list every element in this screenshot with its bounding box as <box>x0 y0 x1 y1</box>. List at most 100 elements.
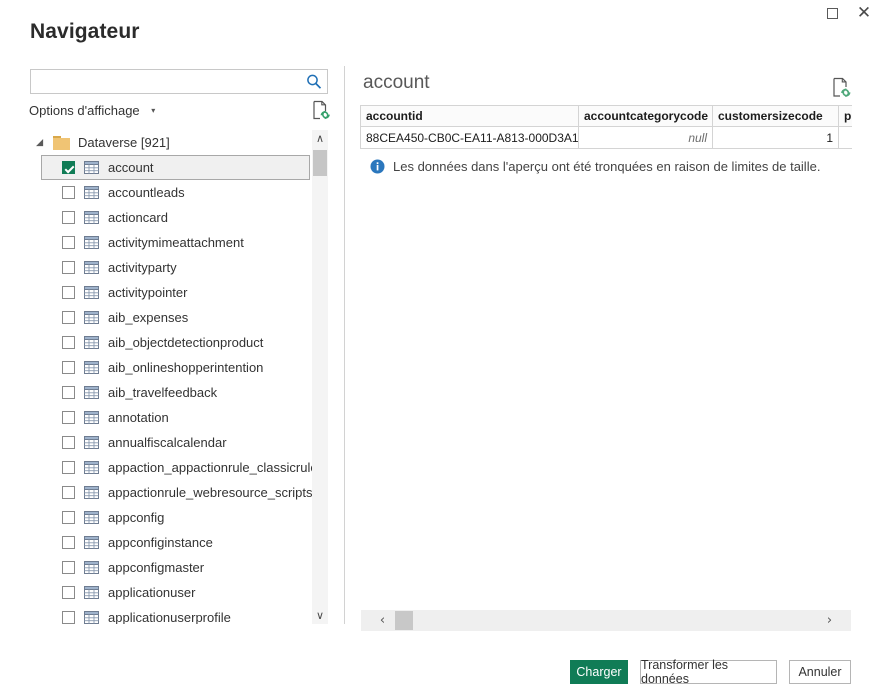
scroll-down-icon[interactable]: ∨ <box>312 607 328 624</box>
table-checkbox[interactable] <box>62 286 75 299</box>
grid-column-header[interactable]: accountcategorycode <box>579 106 713 127</box>
tree-item-label: activitymimeattachment <box>108 235 244 250</box>
tree-item-label: activitypointer <box>108 285 188 300</box>
tree-item[interactable]: accountleads <box>41 180 310 205</box>
close-button[interactable]: ✕ <box>848 0 880 26</box>
tree-item-label: activityparty <box>108 260 177 275</box>
square-icon <box>826 7 838 19</box>
scroll-left-icon[interactable]: ‹ <box>372 610 393 631</box>
table-row[interactable]: 88CEA450-CB0C-EA11-A813-000D3A1B1223null… <box>361 127 852 148</box>
table-icon <box>84 511 99 524</box>
display-options-dropdown[interactable]: Options d'affichage ▾ <box>29 103 155 118</box>
scroll-up-icon[interactable]: ∧ <box>312 130 328 147</box>
preview-horizontal-scrollbar[interactable]: ‹ › <box>361 610 851 631</box>
table-checkbox[interactable] <box>62 311 75 324</box>
tree-item[interactable]: applicationuser <box>41 580 310 605</box>
pane-divider <box>344 66 345 624</box>
search-input[interactable] <box>31 70 303 93</box>
table-icon <box>84 486 99 499</box>
preview-scrollbar-thumb[interactable] <box>395 611 413 630</box>
tree-item[interactable]: aib_expenses <box>41 305 310 330</box>
refresh-document-icon[interactable] <box>312 100 330 120</box>
table-checkbox[interactable] <box>62 536 75 549</box>
grid-column-header[interactable]: customersizecode <box>713 106 839 127</box>
maximize-button[interactable] <box>816 0 848 26</box>
table-checkbox[interactable] <box>62 436 75 449</box>
tree-item-label: appconfig <box>108 510 165 525</box>
table-checkbox[interactable] <box>62 411 75 424</box>
tree-item[interactable]: annotation <box>41 405 310 430</box>
tree-scrollbar-thumb[interactable] <box>313 150 327 176</box>
table-checkbox[interactable] <box>62 161 75 174</box>
table-icon <box>84 236 99 249</box>
grid-cell[interactable]: 1 <box>713 127 839 148</box>
table-icon <box>84 586 99 599</box>
tree-item[interactable]: annualfiscalcalendar <box>41 430 310 455</box>
transform-data-button[interactable]: Transformer les données <box>640 658 777 686</box>
tree-item[interactable]: activityparty <box>41 255 310 280</box>
tree-item[interactable]: appaction_appactionrule_classicrules <box>41 455 312 480</box>
tree-item-label: aib_travelfeedback <box>108 385 218 400</box>
tree-item[interactable]: applicationuserprofile <box>41 605 310 624</box>
tree-item[interactable]: appactionrule_webresource_scripts <box>41 480 312 505</box>
chevron-expanded-icon[interactable] <box>38 138 48 148</box>
truncation-note-text: Les données dans l'aperçu ont été tronqu… <box>393 159 821 174</box>
refresh-preview-icon[interactable] <box>832 77 851 98</box>
tree-item[interactable]: actioncard <box>41 205 310 230</box>
load-button[interactable]: Charger <box>570 660 628 684</box>
tree-item-label: appconfiginstance <box>108 535 213 550</box>
table-icon <box>84 336 99 349</box>
table-icon <box>84 211 99 224</box>
table-icon <box>84 386 99 399</box>
tree-item[interactable]: activitymimeattachment <box>41 230 310 255</box>
close-icon: ✕ <box>856 2 872 23</box>
table-checkbox[interactable] <box>62 361 75 374</box>
table-icon <box>84 186 99 199</box>
grid-cell[interactable] <box>839 127 852 148</box>
truncation-note: Les données dans l'aperçu ont été tronqu… <box>370 159 820 174</box>
tree-item[interactable]: aib_travelfeedback <box>41 380 310 405</box>
tree-item-label: appconfigmaster <box>108 560 205 575</box>
table-checkbox[interactable] <box>62 511 75 524</box>
grid-column-header[interactable]: pr <box>839 106 852 127</box>
tree-item[interactable]: aib_onlineshopperintention <box>41 355 310 380</box>
tree-item[interactable]: aib_objectdetectionproduct <box>41 330 310 355</box>
table-icon <box>84 261 99 274</box>
tree-item-label: aib_expenses <box>108 310 189 325</box>
table-icon <box>84 161 99 174</box>
table-checkbox[interactable] <box>62 461 75 474</box>
folder-icon <box>53 135 70 150</box>
grid-cell[interactable]: 88CEA450-CB0C-EA11-A813-000D3A1B1223 <box>361 127 579 148</box>
table-checkbox[interactable] <box>62 486 75 499</box>
table-checkbox[interactable] <box>62 586 75 599</box>
table-checkbox[interactable] <box>62 186 75 199</box>
preview-title: account <box>363 72 430 93</box>
table-checkbox[interactable] <box>62 386 75 399</box>
tree-item[interactable]: appconfig <box>41 505 310 530</box>
tree-item[interactable]: activitypointer <box>41 280 310 305</box>
table-checkbox[interactable] <box>62 261 75 274</box>
table-checkbox[interactable] <box>62 211 75 224</box>
tree-root-dataverse[interactable]: Dataverse [921] <box>30 130 312 155</box>
scroll-right-icon[interactable]: › <box>819 610 840 631</box>
table-checkbox[interactable] <box>62 236 75 249</box>
tree-root-label: Dataverse [921] <box>78 135 170 150</box>
table-checkbox[interactable] <box>62 336 75 349</box>
tree-item-label: appactionrule_webresource_scripts <box>108 485 312 500</box>
grid-column-header[interactable]: accountid <box>361 106 579 127</box>
tree-item[interactable]: appconfigmaster <box>41 555 310 580</box>
search-icon[interactable] <box>305 73 323 91</box>
table-checkbox[interactable] <box>62 611 75 624</box>
search-box[interactable] <box>30 69 328 94</box>
tree-item[interactable]: account <box>41 155 310 180</box>
cancel-button[interactable]: Annuler <box>789 660 851 684</box>
grid-header-row: accountid accountcategorycode customersize… <box>361 106 852 127</box>
tree-scroll-viewport: Dataverse [921] account accountleads actio… <box>30 130 312 624</box>
tree-vertical-scrollbar[interactable]: ∧ ∨ <box>312 130 328 624</box>
tree-item[interactable]: appconfiginstance <box>41 530 310 555</box>
table-icon <box>84 311 99 324</box>
grid-cell[interactable]: null <box>579 127 713 148</box>
preview-grid: accountid accountcategorycode customersize… <box>360 105 852 149</box>
table-icon <box>84 361 99 374</box>
table-checkbox[interactable] <box>62 561 75 574</box>
